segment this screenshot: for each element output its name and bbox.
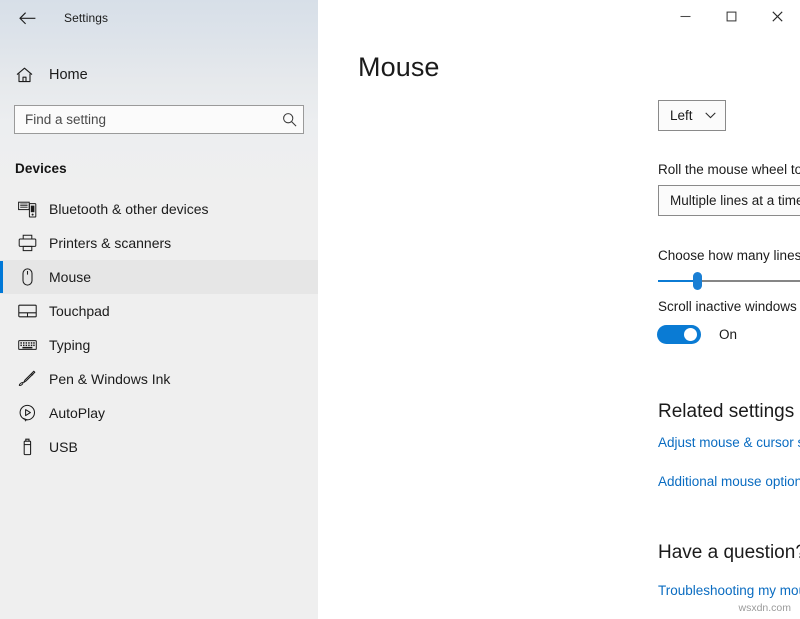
printer-icon	[16, 232, 38, 254]
wheel-scroll-value: Multiple lines at a time	[659, 193, 800, 208]
sidebar-item-pen-windows-ink[interactable]: Pen & Windows Ink	[0, 362, 318, 396]
have-a-question-heading: Have a question?	[658, 542, 800, 564]
sidebar-item-label: Printers & scanners	[49, 235, 171, 251]
search-icon[interactable]	[275, 112, 303, 127]
sidebar-item-usb[interactable]: USB	[0, 430, 318, 464]
primary-button-dropdown[interactable]: Left	[658, 100, 726, 131]
search-input[interactable]	[15, 106, 275, 133]
pen-icon	[16, 368, 38, 390]
inactive-scroll-label: Scroll inactive windows when I hover ove…	[658, 299, 800, 314]
sidebar-nav-list: Bluetooth & other devices Printers & sca…	[0, 192, 318, 464]
wheel-scroll-label: Roll the mouse wheel to scroll	[658, 162, 800, 177]
lines-scroll-slider[interactable]	[658, 272, 800, 290]
maximize-icon	[725, 10, 738, 23]
close-button[interactable]	[754, 0, 800, 32]
autoplay-icon	[16, 402, 38, 424]
window-controls	[662, 0, 800, 32]
home-icon	[16, 67, 38, 83]
sidebar-item-home-label: Home	[49, 67, 88, 83]
link-adjust-mouse-cursor-size[interactable]: Adjust mouse & cursor size	[658, 435, 800, 450]
primary-button-value: Left	[659, 108, 693, 123]
sidebar-item-label: Pen & Windows Ink	[49, 371, 170, 387]
keyboard-icon	[16, 334, 38, 356]
main-content: Mouse Left Roll the mouse wheel to scrol…	[318, 0, 800, 619]
touchpad-icon	[16, 300, 38, 322]
related-settings-heading: Related settings	[658, 401, 794, 423]
sidebar-item-home[interactable]: Home	[0, 60, 318, 90]
toggle-knob	[684, 328, 697, 341]
back-button[interactable]	[12, 5, 42, 31]
mouse-icon	[16, 266, 38, 288]
toggle-state-label: On	[719, 327, 737, 342]
page-title: Mouse	[358, 52, 440, 83]
slider-thumb[interactable]	[693, 272, 702, 290]
search-box[interactable]	[14, 105, 304, 134]
sidebar-item-label: Typing	[49, 337, 90, 353]
close-icon	[771, 10, 784, 23]
lines-slider-label: Choose how many lines to scroll each tim…	[658, 248, 800, 263]
sidebar-item-label: AutoPlay	[49, 405, 105, 421]
window-titlebar: Settings	[0, 0, 318, 36]
window-title: Settings	[64, 11, 108, 25]
minimize-icon	[679, 10, 692, 23]
link-troubleshooting-my-mouse[interactable]: Troubleshooting my mouse	[658, 583, 800, 598]
sidebar-item-typing[interactable]: Typing	[0, 328, 318, 362]
sidebar-item-label: USB	[49, 439, 78, 455]
back-arrow-icon	[19, 12, 36, 25]
toggle-track	[657, 325, 701, 344]
sidebar-item-label: Mouse	[49, 269, 91, 285]
devices-icon	[16, 198, 38, 220]
chevron-down-icon	[693, 112, 726, 119]
minimize-button[interactable]	[662, 0, 708, 32]
sidebar-section-title: Devices	[0, 161, 318, 176]
sidebar: Settings Home Devices	[0, 0, 318, 619]
sidebar-item-printers-scanners[interactable]: Printers & scanners	[0, 226, 318, 260]
slider-fill	[658, 280, 697, 282]
sidebar-item-autoplay[interactable]: AutoPlay	[0, 396, 318, 430]
sidebar-item-label: Touchpad	[49, 303, 110, 319]
wheel-scroll-dropdown[interactable]: Multiple lines at a time	[658, 185, 800, 216]
sidebar-item-bluetooth-other-devices[interactable]: Bluetooth & other devices	[0, 192, 318, 226]
watermark: wsxdn.com	[738, 602, 791, 614]
settings-window: Settings Home Devices	[0, 0, 800, 619]
usb-icon	[16, 436, 38, 458]
maximize-button[interactable]	[708, 0, 754, 32]
link-additional-mouse-options[interactable]: Additional mouse options	[658, 474, 800, 489]
inactive-scroll-toggle[interactable]: On	[657, 325, 737, 344]
sidebar-item-touchpad[interactable]: Touchpad	[0, 294, 318, 328]
sidebar-item-mouse[interactable]: Mouse	[0, 260, 318, 294]
sidebar-item-label: Bluetooth & other devices	[49, 201, 209, 217]
